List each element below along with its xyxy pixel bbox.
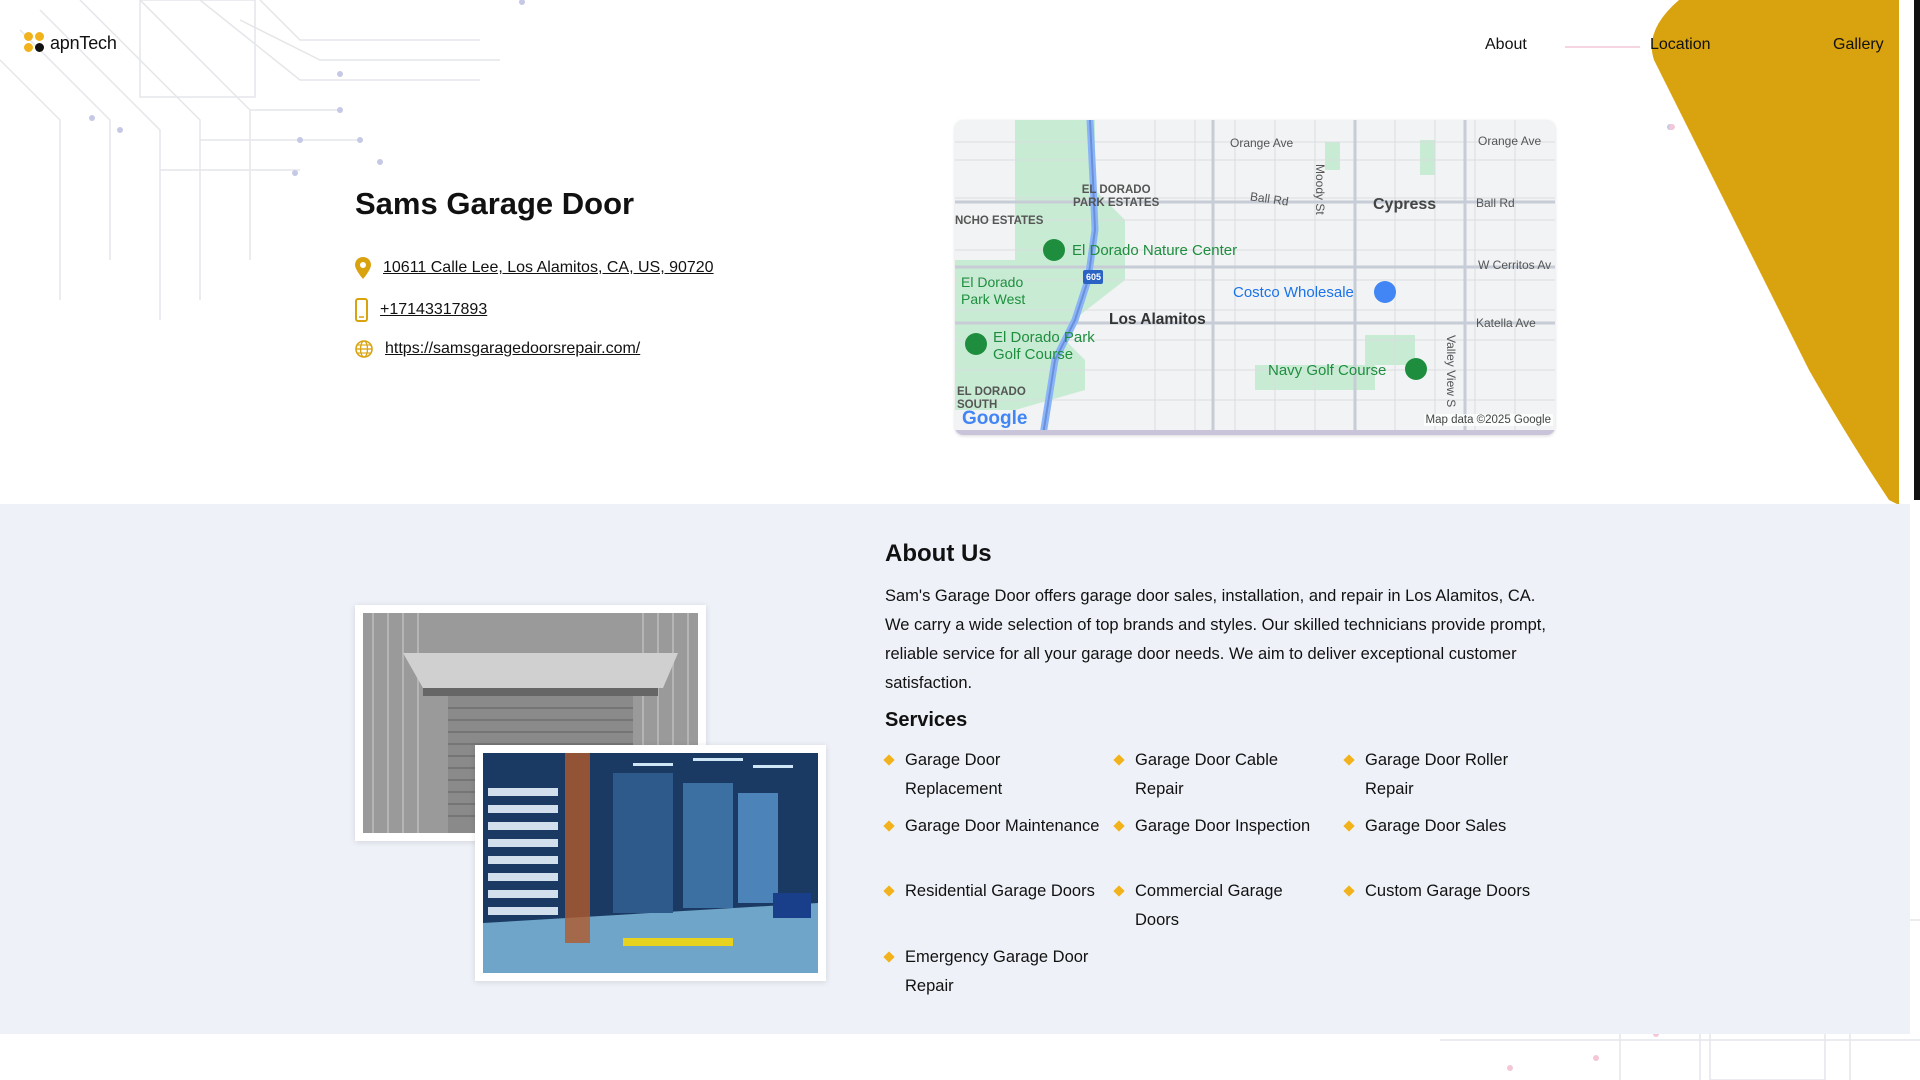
phone-row: +17143317893 bbox=[355, 298, 487, 322]
service-label: Garage Door Roller Repair bbox=[1365, 751, 1509, 798]
map-label-valley-view: Valley View S bbox=[1444, 335, 1458, 408]
logo[interactable]: apnTech bbox=[24, 32, 117, 54]
diamond-bullet-icon bbox=[883, 951, 895, 963]
industrial-door-photo bbox=[483, 753, 818, 973]
service-item: Garage Door Sales bbox=[1343, 812, 1560, 841]
service-item: Garage Door Cable Repair bbox=[1113, 746, 1330, 804]
service-item: Garage Door Maintenance bbox=[883, 812, 1100, 841]
website-link[interactable]: https://samsgaragedoorsrepair.com/ bbox=[385, 340, 640, 358]
map-label-highway-605: 605 bbox=[1086, 272, 1102, 282]
address-row: 10611 Calle Lee, Los Alamitos, CA, US, 9… bbox=[355, 257, 714, 279]
service-item: Custom Garage Doors bbox=[1343, 877, 1560, 906]
map-label-el-dorado-park-golf: El Dorado Park Golf Course bbox=[993, 329, 1095, 363]
diamond-bullet-icon bbox=[1343, 754, 1355, 766]
service-item: Emergency Garage Door Repair bbox=[883, 943, 1100, 1001]
map-label-ball-rd-east: Ball Rd bbox=[1476, 196, 1515, 210]
diamond-bullet-icon bbox=[1113, 885, 1125, 897]
service-item: Garage Door Inspection bbox=[1113, 812, 1330, 841]
nav-about[interactable]: About bbox=[1485, 36, 1527, 54]
site-header: apnTech About Location Gallery bbox=[0, 0, 1920, 92]
service-label: Residential Garage Doors bbox=[905, 882, 1095, 900]
logo-mark-icon bbox=[24, 32, 46, 54]
map-label-rancho-estates: NCHO ESTATES bbox=[955, 215, 1044, 227]
map-label-el-dorado-park-estates: EL DORADO PARK ESTATES bbox=[1073, 184, 1160, 209]
map-label-el-dorado-park-west: El Dorado Park West bbox=[961, 274, 1026, 307]
website-row: https://samsgaragedoorsrepair.com/ bbox=[355, 340, 640, 358]
map-label-katella-ave: Katella Ave bbox=[1476, 316, 1536, 330]
map-label-costco: Costco Wholesale bbox=[1233, 284, 1354, 301]
phone-icon bbox=[355, 298, 368, 322]
location-map[interactable]: Orange Ave Orange Ave Moody St EL DORADO… bbox=[955, 120, 1555, 435]
map-graphic bbox=[955, 120, 1555, 435]
diamond-bullet-icon bbox=[1343, 820, 1355, 832]
map-label-el-dorado-nature-center: El Dorado Nature Center bbox=[1072, 242, 1238, 259]
services-title: Services bbox=[885, 709, 968, 731]
diamond-bullet-icon bbox=[883, 754, 895, 766]
map-label-w-cerritos: W Cerritos Av bbox=[1478, 258, 1552, 272]
service-item: Residential Garage Doors bbox=[883, 877, 1100, 906]
service-label: Garage Door Maintenance bbox=[905, 817, 1100, 835]
service-item: Garage Door Replacement bbox=[883, 746, 1100, 804]
map-label-los-alamitos: Los Alamitos bbox=[1109, 311, 1206, 328]
map-label-navy-golf: Navy Golf Course bbox=[1268, 362, 1387, 379]
service-label: Garage Door Inspection bbox=[1135, 817, 1311, 835]
service-label: Emergency Garage Door Repair bbox=[905, 948, 1089, 995]
business-name: Sams Garage Door bbox=[355, 186, 635, 221]
service-label: Garage Door Sales bbox=[1365, 817, 1507, 835]
map-label-orange-ave: Orange Ave bbox=[1230, 136, 1294, 150]
nav-gallery[interactable]: Gallery bbox=[1833, 36, 1884, 54]
diamond-bullet-icon bbox=[1113, 754, 1125, 766]
service-item: Commercial Garage Doors bbox=[1113, 877, 1330, 935]
nav-location[interactable]: Location bbox=[1650, 36, 1711, 54]
logo-text: apnTech bbox=[50, 32, 117, 53]
industrial-door-photo-card bbox=[475, 745, 826, 981]
diamond-bullet-icon bbox=[1113, 820, 1125, 832]
about-description: Sam's Garage Door offers garage door sal… bbox=[885, 587, 1546, 692]
map-label-moody-st: Moody St bbox=[1313, 164, 1327, 215]
diamond-bullet-icon bbox=[1343, 885, 1355, 897]
globe-icon bbox=[355, 340, 373, 358]
phone-link[interactable]: +17143317893 bbox=[380, 301, 487, 319]
map-label-cypress: Cypress bbox=[1373, 196, 1437, 213]
about-title: About Us bbox=[885, 540, 992, 567]
diamond-bullet-icon bbox=[883, 885, 895, 897]
map-pin-icon bbox=[355, 257, 371, 279]
diamond-bullet-icon bbox=[883, 820, 895, 832]
address-link[interactable]: 10611 Calle Lee, Los Alamitos, CA, US, 9… bbox=[383, 259, 714, 277]
service-label: Garage Door Cable Repair bbox=[1135, 751, 1279, 798]
map-label-orange-ave-east: Orange Ave bbox=[1478, 134, 1542, 148]
google-logo: Google bbox=[962, 408, 1028, 429]
service-label: Garage Door Replacement bbox=[905, 751, 1003, 798]
service-label: Commercial Garage Doors bbox=[1135, 882, 1283, 929]
service-label: Custom Garage Doors bbox=[1365, 882, 1531, 900]
map-attribution[interactable]: Map data ©2025 Google bbox=[1423, 414, 1553, 426]
service-item: Garage Door Roller Repair bbox=[1343, 746, 1560, 804]
